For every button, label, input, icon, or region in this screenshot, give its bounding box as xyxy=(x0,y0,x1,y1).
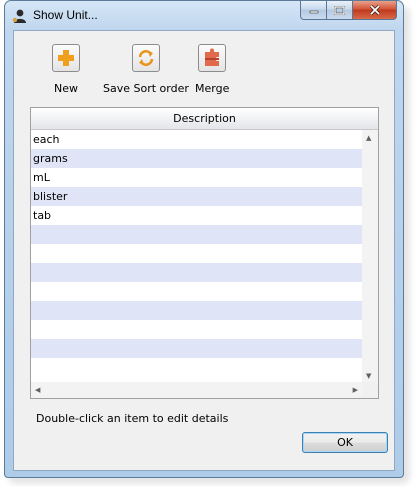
new-button[interactable]: New xyxy=(52,44,80,95)
ok-button[interactable]: OK xyxy=(302,432,388,453)
table-row[interactable]: grams xyxy=(31,149,362,168)
table-row[interactable] xyxy=(31,339,362,358)
plus-icon xyxy=(58,50,74,66)
table-row[interactable]: each xyxy=(31,130,362,149)
caption-buttons xyxy=(300,1,397,21)
scroll-right-icon[interactable]: ▶ xyxy=(353,386,358,394)
scroll-up-icon[interactable]: ▲ xyxy=(366,134,371,142)
minimize-icon xyxy=(309,10,318,14)
table-row[interactable] xyxy=(31,263,362,282)
table-row[interactable] xyxy=(31,244,362,263)
merge-label: Merge xyxy=(195,82,230,95)
merge-button[interactable]: Merge xyxy=(195,44,229,95)
table-rows: each grams mL blister tab xyxy=(31,130,362,377)
scroll-left-icon[interactable]: ◀ xyxy=(35,386,40,394)
horizontal-scrollbar[interactable]: ◀ ▶ xyxy=(31,382,362,398)
minimize-button[interactable] xyxy=(300,1,327,20)
merge-button-frame xyxy=(198,44,227,72)
save-sort-order-button[interactable]: Save Sort order xyxy=(103,44,189,95)
table-row[interactable] xyxy=(31,225,362,244)
column-header-description[interactable]: Description xyxy=(31,108,378,130)
table-row[interactable]: blister xyxy=(31,187,362,206)
vertical-scrollbar[interactable]: ▲ ▼ xyxy=(362,130,378,384)
window-frame: Show Unit... New Save Sort order Merge D… xyxy=(4,0,404,478)
save-sort-order-label: Save Sort order xyxy=(103,82,189,95)
hint-text: Double-click an item to edit details xyxy=(36,412,229,425)
table-row[interactable] xyxy=(31,320,362,339)
maximize-icon xyxy=(334,5,345,15)
close-button[interactable] xyxy=(353,1,397,20)
new-button-label: New xyxy=(54,82,78,95)
new-button-frame xyxy=(52,44,80,72)
title-bar[interactable]: Show Unit... xyxy=(5,1,403,29)
table-row[interactable] xyxy=(31,358,362,377)
table-row[interactable]: mL xyxy=(31,168,362,187)
user-icon xyxy=(12,8,28,24)
ok-button-label: OK xyxy=(337,436,353,449)
table-row[interactable]: tab xyxy=(31,206,362,225)
maximize-button[interactable] xyxy=(327,1,353,20)
close-icon xyxy=(369,5,380,15)
dialog-window: Show Unit... New Save Sort order Merge D… xyxy=(4,0,406,480)
units-table[interactable]: Description each grams mL blister tab ▲ … xyxy=(30,107,379,399)
dialog-body: New Save Sort order Merge Description ea… xyxy=(13,30,395,471)
scrollbar-corner xyxy=(362,382,378,398)
merge-puzzle-icon xyxy=(205,48,220,66)
table-row[interactable] xyxy=(31,301,362,320)
column-header-label: Description xyxy=(173,112,236,125)
table-row[interactable] xyxy=(31,282,362,301)
window-title: Show Unit... xyxy=(33,8,98,22)
save-sort-button-frame xyxy=(131,44,160,72)
scroll-down-icon[interactable]: ▼ xyxy=(366,372,371,380)
sort-refresh-icon xyxy=(138,50,154,66)
